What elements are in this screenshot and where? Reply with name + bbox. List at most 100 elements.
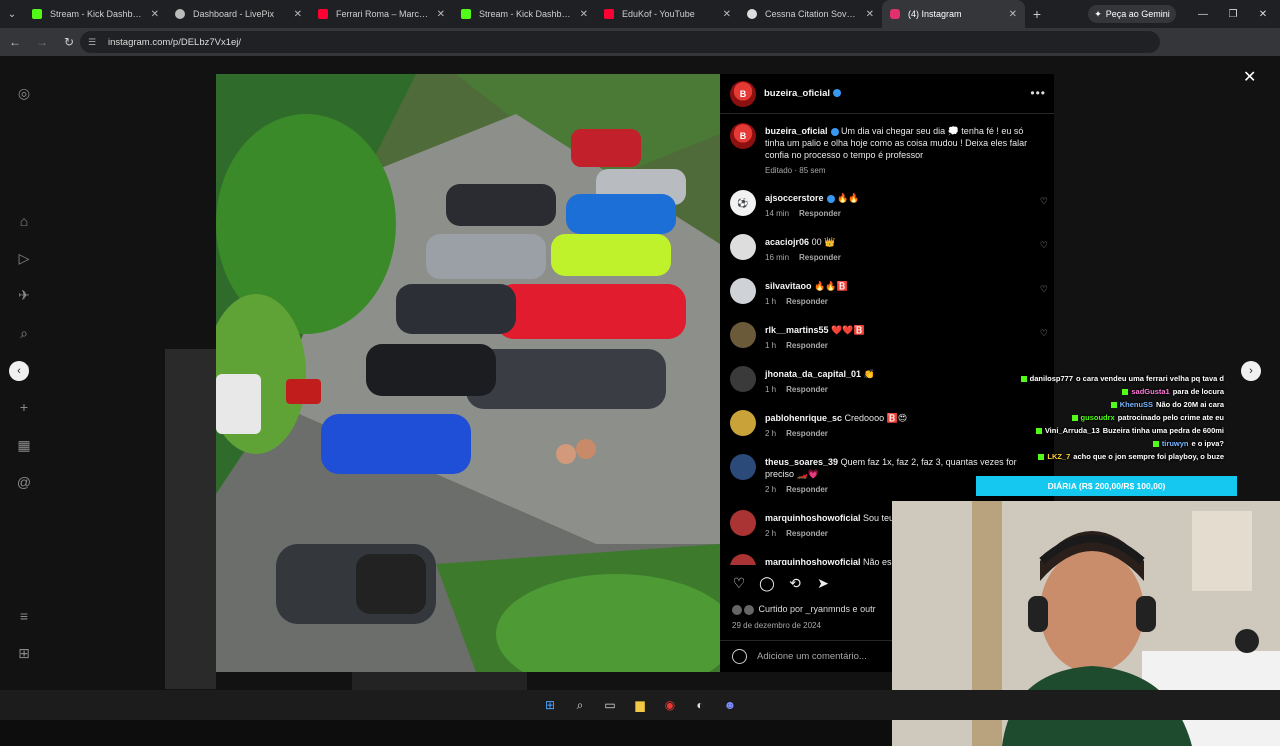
dashboard-icon[interactable]: ▦ <box>15 436 33 454</box>
repost-icon[interactable]: ⟲ <box>786 574 804 592</box>
like-comment-heart-icon[interactable]: ♡ <box>1040 196 1048 207</box>
browser-tab[interactable]: Stream - Kick Dashboard ✕ <box>24 0 167 28</box>
like-comment-heart-icon[interactable]: ♡ <box>1040 240 1048 251</box>
close-window-icon[interactable]: ✕ <box>1248 0 1278 28</box>
close-tab-icon[interactable]: ✕ <box>723 9 731 20</box>
windows-start-icon[interactable]: ⊞ <box>540 695 560 715</box>
browser-tab-bar: ⌄ Stream - Kick Dashboard ✕ Dashboard - L… <box>0 0 1280 28</box>
browser-toolbar: ← → ↻ ☰ instagram.com/p/DELbz7Vx1ej/ ⧉ ☆… <box>0 28 1280 77</box>
reply-button[interactable]: Responder <box>786 341 828 350</box>
post-header: B buzeira_oficial ••• <box>720 74 1054 114</box>
meta-apps-icon[interactable]: ⊞ <box>15 644 33 662</box>
home-icon[interactable]: ⌂ <box>15 212 33 230</box>
reload-icon[interactable]: ↻ <box>57 30 81 54</box>
url-text: instagram.com/p/DELbz7Vx1ej/ <box>108 36 242 48</box>
threads-icon[interactable]: @ <box>15 473 33 491</box>
forward-icon[interactable]: → <box>30 30 54 54</box>
os-taskbar: ⊞ ⌕ ▭ ▆ ◉ ◐ ☻ <box>0 690 1280 720</box>
instagram-icon <box>890 9 900 19</box>
commenter-avatar[interactable] <box>730 410 756 436</box>
minimize-icon[interactable]: — <box>1188 0 1218 28</box>
post-photo-illustration <box>216 74 720 672</box>
commenter-avatar[interactable] <box>730 278 756 304</box>
site-info-icon[interactable]: ☰ <box>88 37 100 47</box>
browser-tab[interactable]: Stream - Kick Dashboard ✕ <box>453 0 596 28</box>
address-bar[interactable]: ☰ instagram.com/p/DELbz7Vx1ej/ <box>80 31 1160 53</box>
commenter-avatar[interactable] <box>730 510 756 536</box>
chat-message: tiruwyn e o ipva? <box>1152 439 1224 448</box>
share-icon[interactable]: ➤ <box>814 574 832 592</box>
commenter-avatar[interactable] <box>730 322 756 348</box>
kick-badge-icon <box>1035 428 1042 435</box>
close-tab-icon[interactable]: ✕ <box>580 9 588 20</box>
back-icon[interactable]: ← <box>3 30 27 54</box>
reply-button[interactable]: Responder <box>786 485 828 494</box>
liker-avatar <box>744 604 754 615</box>
new-tab-icon[interactable]: + <box>1025 6 1049 22</box>
browser-tab[interactable]: Dashboard - LivePix ✕ <box>167 0 310 28</box>
kick-badge-icon <box>1071 415 1078 422</box>
tab-search-icon[interactable]: ⌄ <box>0 0 24 28</box>
liked-by-text[interactable]: Curtido por _ryanmnds e outr <box>732 604 876 615</box>
post-actions: ♡ ◯ ⟲ ➤ <box>730 574 832 596</box>
browser-tab[interactable]: EduKof - YouTube ✕ <box>596 0 739 28</box>
browser-tab[interactable]: Ferrari Roma – Marcha e Po✕ <box>310 0 453 28</box>
like-comment-heart-icon[interactable]: ♡ <box>1040 328 1048 339</box>
next-post-arrow-icon[interactable]: › <box>1241 361 1261 381</box>
close-tab-icon[interactable]: ✕ <box>437 9 445 20</box>
commenter-avatar[interactable] <box>730 454 756 480</box>
create-icon[interactable]: + <box>15 398 33 416</box>
author-avatar[interactable]: B <box>730 80 756 107</box>
commenter-avatar[interactable] <box>730 234 756 260</box>
gemini-button[interactable]: ✦ Peça ao Gemini <box>1088 5 1176 23</box>
file-explorer-icon[interactable]: ▆ <box>630 695 650 715</box>
discord-icon[interactable]: ☻ <box>720 695 740 715</box>
kick-badge-icon <box>1152 441 1159 448</box>
verified-badge-icon <box>830 127 839 136</box>
emoji-icon[interactable] <box>732 649 747 664</box>
kick-icon <box>461 9 471 19</box>
browser-tab-active[interactable]: (4) Instagram ✕ <box>882 0 1025 28</box>
reels-icon[interactable]: ▷ <box>15 249 33 267</box>
more-menu-icon[interactable]: ≡ <box>15 607 33 625</box>
commenter-avatar[interactable]: ⚽ <box>730 190 756 216</box>
commenter-avatar[interactable] <box>730 366 756 392</box>
task-view-icon[interactable]: ▭ <box>600 695 620 715</box>
close-tab-icon[interactable]: ✕ <box>866 9 874 20</box>
verified-badge-icon <box>833 89 841 98</box>
reply-button[interactable]: Responder <box>786 385 828 394</box>
reply-button[interactable]: Responder <box>786 529 828 538</box>
chrome-icon[interactable]: ◉ <box>660 695 680 715</box>
add-comment-input[interactable]: Adicione um comentário... <box>757 651 867 662</box>
reply-button[interactable]: Responder <box>799 209 841 218</box>
like-heart-icon[interactable]: ♡ <box>730 574 748 592</box>
search-icon[interactable]: ⌕ <box>570 695 590 715</box>
messages-icon[interactable]: ✈ <box>15 286 33 304</box>
obs-icon[interactable]: ◐ <box>690 695 710 715</box>
author-avatar[interactable]: B <box>730 123 756 149</box>
comments-list: B buzeira_oficial Um dia vai chegar seu … <box>720 115 1054 565</box>
search-icon[interactable]: ⌕ <box>15 324 33 342</box>
chat-message: Vini_Arruda_13 Buzeira tinha uma pedra de… <box>1035 426 1224 435</box>
more-options-icon[interactable]: ••• <box>1030 86 1046 100</box>
previous-post-arrow-icon[interactable]: ‹ <box>9 361 29 381</box>
commenter-avatar[interactable] <box>730 554 756 565</box>
reply-button[interactable]: Responder <box>786 429 828 438</box>
close-modal-icon[interactable]: ✕ <box>1243 67 1256 87</box>
restore-icon[interactable]: ❐ <box>1218 0 1248 28</box>
chat-message: danilosp777 o cara vendeu uma ferrari vel… <box>1020 374 1224 383</box>
post-photo[interactable] <box>216 74 720 672</box>
browser-tab[interactable]: Cessna Citation Sovereign✕ <box>739 0 882 28</box>
author-username[interactable]: buzeira_oficial <box>764 88 841 99</box>
like-comment-heart-icon[interactable]: ♡ <box>1040 284 1048 295</box>
google-icon <box>747 9 757 19</box>
close-tab-icon[interactable]: ✕ <box>151 9 159 20</box>
reply-button[interactable]: Responder <box>786 297 828 306</box>
stream-goal-banner: DIÁRIA (R$ 200,00/R$ 100,00) <box>976 476 1237 496</box>
comment-bubble-icon[interactable]: ◯ <box>758 574 776 592</box>
close-tab-icon[interactable]: ✕ <box>1009 9 1017 20</box>
kick-badge-icon <box>1110 402 1117 409</box>
reply-button[interactable]: Responder <box>799 253 841 262</box>
instagram-logo-icon[interactable]: ◎ <box>15 84 33 102</box>
close-tab-icon[interactable]: ✕ <box>294 9 302 20</box>
